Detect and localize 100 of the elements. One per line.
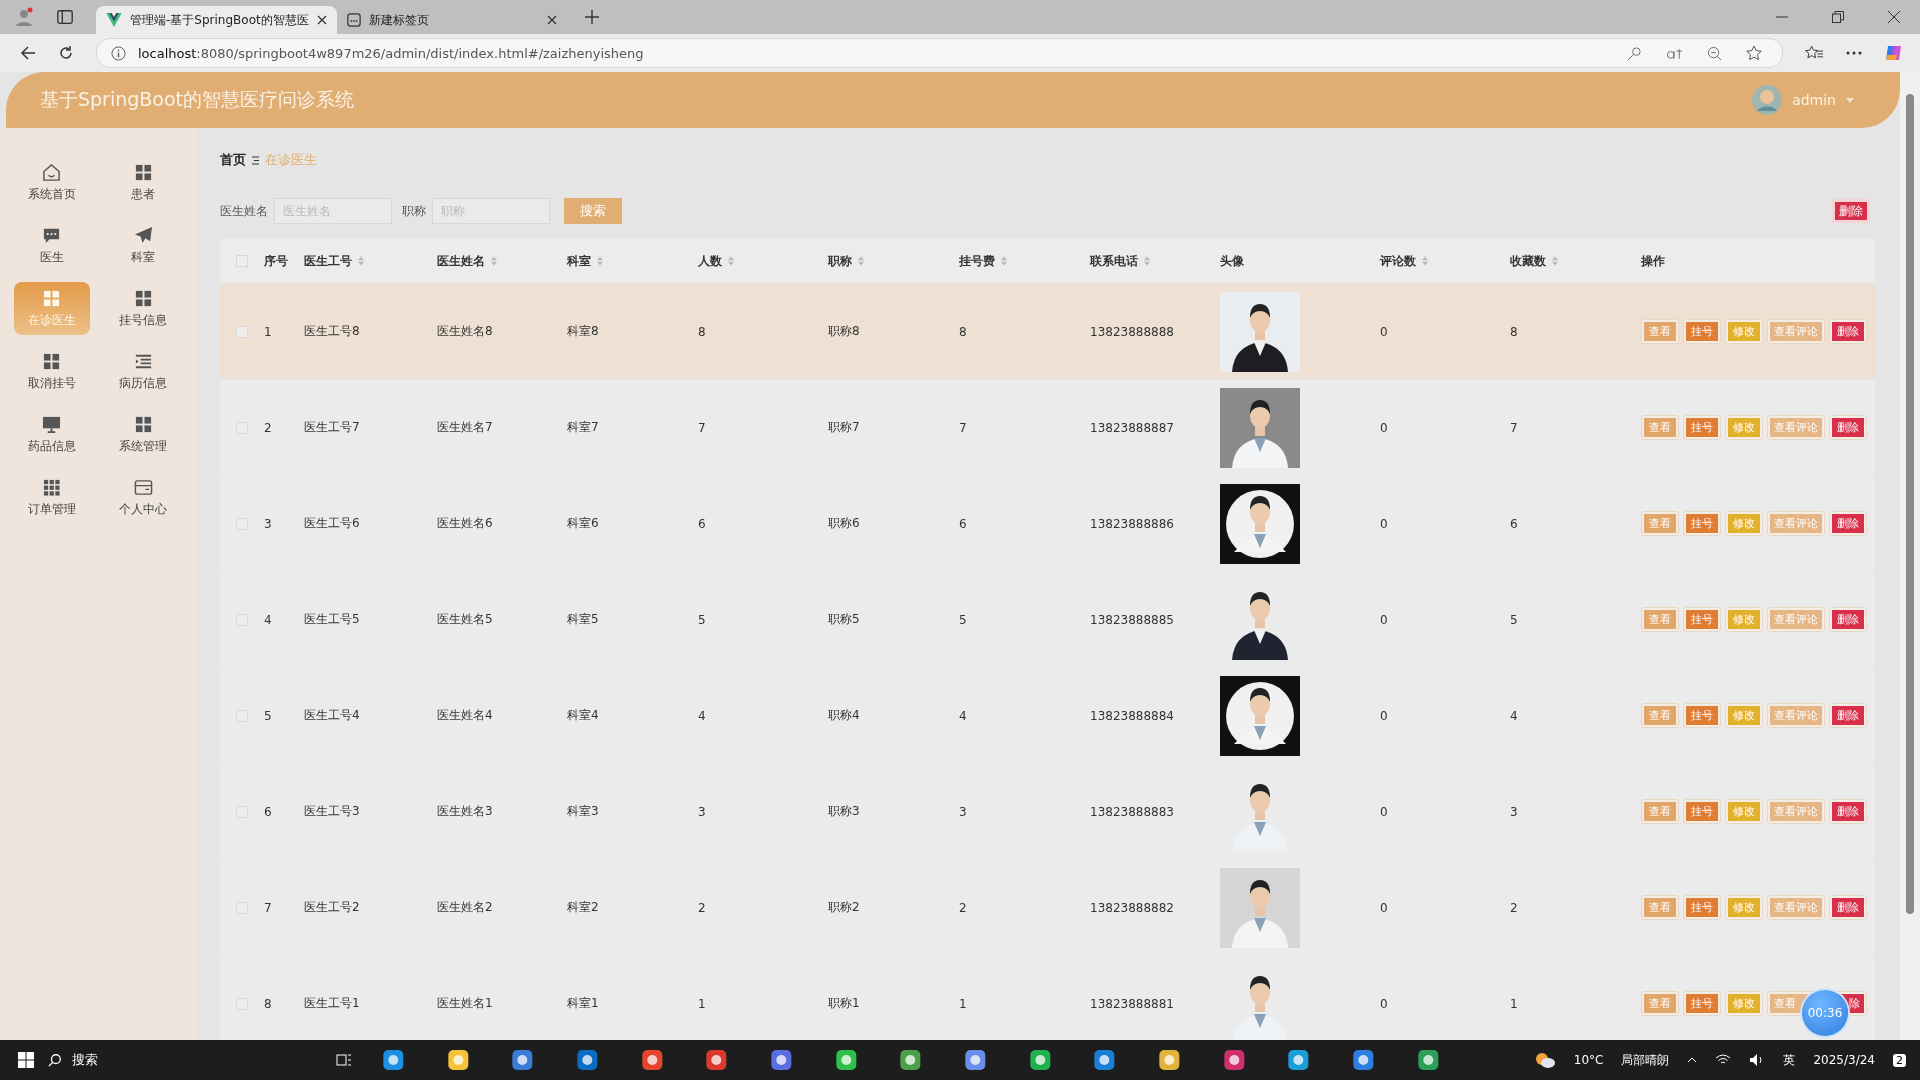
register-button[interactable]: 挂号 <box>1686 610 1718 629</box>
field-label: 医生姓名 <box>220 202 268 220</box>
delete-button[interactable]: 删除 <box>1832 418 1864 437</box>
tab-title: 新建标签页 <box>368 11 430 29</box>
column-header[interactable]: 科室 <box>567 252 603 270</box>
close-icon[interactable] <box>316 15 327 25</box>
column-header[interactable]: 医生姓名 <box>437 252 497 270</box>
comments-cell: 0 <box>1380 708 1388 723</box>
sidebar-item[interactable]: 系统管理 <box>105 408 181 461</box>
patients-cell: 8 <box>698 324 706 339</box>
favorites-icon[interactable] <box>1805 45 1824 61</box>
favorites-cell: 7 <box>1510 420 1518 435</box>
more-icon[interactable] <box>1846 51 1862 55</box>
index-cell: 8 <box>264 996 272 1011</box>
department-cell: 科室1 <box>567 995 599 1012</box>
index-cell: 2 <box>264 420 272 435</box>
tab-actions-icon[interactable] <box>56 8 74 26</box>
register-button[interactable]: 挂号 <box>1686 994 1718 1013</box>
table-row[interactable]: 5 医生工号4 医生姓名4 科室4 4 职称4 4 13823888884 0 4 查看 挂号 修改 查看评论 删除 <box>220 668 1875 763</box>
table-row[interactable]: 4 医生工号5 医生姓名5 科室5 5 职称5 5 13823888885 0 5 查看 挂号 修改 查看评论 删除 <box>220 572 1875 667</box>
table-row[interactable]: 7 医生工号2 医生姓名2 科室2 2 职称2 2 13823888882 0 2 查看 挂号 修改 查看评论 删除 <box>220 860 1875 955</box>
address-bar[interactable]: localhost:8080/springboot4w897m26/admin/dist/index.html#/zaizhenyisheng <box>96 38 1783 68</box>
index-cell: 3 <box>264 516 272 531</box>
column-header[interactable]: 评论数 <box>1380 252 1428 270</box>
delete-button[interactable]: 删除 <box>1832 898 1864 917</box>
register-button[interactable]: 挂号 <box>1686 514 1718 533</box>
table-row[interactable]: 2 医生工号7 医生姓名7 科室7 7 职称7 7 13823888887 0 7 查看 挂号 修改 查看评论 删除 <box>220 380 1875 475</box>
zoom-out-icon[interactable] <box>1707 45 1722 61</box>
doctor-name-cell: 医生姓名2 <box>437 899 493 916</box>
sidebar-item[interactable]: 药品信息 <box>14 408 90 461</box>
tab-title: 管理端-基于SpringBoot的智慧医 <box>130 11 309 29</box>
delete-button[interactable]: 删除 <box>1832 199 1870 223</box>
sidebar-item[interactable]: 取消挂号 <box>14 345 90 398</box>
doctor-id-cell: 医生工号3 <box>304 803 360 820</box>
sidebar-item[interactable]: 科室 <box>105 219 181 272</box>
task-view-icon[interactable] <box>336 1052 352 1068</box>
notification-badge[interactable]: 2 <box>1893 1053 1906 1067</box>
chevron-up-icon[interactable] <box>1687 1057 1698 1063</box>
grid-icon <box>133 162 153 182</box>
column-header[interactable]: 收藏数 <box>1510 252 1558 270</box>
delete-button[interactable]: 删除 <box>1832 322 1864 341</box>
delete-button[interactable]: 删除 <box>1832 802 1864 821</box>
sidebar-item[interactable]: 医生 <box>14 219 90 272</box>
register-button[interactable]: 挂号 <box>1686 706 1718 725</box>
register-button[interactable]: 挂号 <box>1686 898 1718 917</box>
field-label: 职称 <box>402 202 426 220</box>
taskbar-search[interactable]: 搜索 <box>48 1045 318 1075</box>
delete-button[interactable]: 删除 <box>1832 610 1864 629</box>
breadcrumb-link[interactable]: 首页 <box>220 151 246 169</box>
table-row[interactable]: 3 医生工号6 医生姓名6 科室6 6 职称6 6 13823888886 0 6 查看 挂号 修改 查看评论 删除 <box>220 476 1875 571</box>
input-method[interactable]: 英 <box>1783 1051 1796 1069</box>
reload-icon[interactable] <box>58 45 74 61</box>
weather-icon[interactable] <box>1533 1051 1556 1069</box>
patients-cell: 5 <box>698 612 706 627</box>
column-header: 操作 <box>1641 252 1665 270</box>
back-icon[interactable] <box>20 45 36 61</box>
monitor-icon <box>42 414 62 434</box>
table-row[interactable]: 6 医生工号3 医生姓名3 科室3 3 职称3 3 13823888883 0 3 查看 挂号 修改 查看评论 删除 <box>220 764 1875 859</box>
job-title-cell: 职称1 <box>828 995 860 1012</box>
sidebar-item[interactable]: 病历信息 <box>105 345 181 398</box>
browser-tab[interactable]: 管理端-基于SpringBoot的智慧医 <box>96 6 337 34</box>
register-button[interactable]: 挂号 <box>1686 418 1718 437</box>
profile-icon[interactable] <box>14 7 34 27</box>
close-icon[interactable] <box>1888 11 1900 23</box>
doctor-id-cell: 医生工号4 <box>304 707 360 724</box>
wifi-icon[interactable] <box>1715 1054 1732 1066</box>
search-icon <box>48 1053 62 1067</box>
job-title-cell: 职称2 <box>828 899 860 916</box>
restore-icon[interactable] <box>1832 11 1844 23</box>
table-row[interactable]: 1 医生工号8 医生姓名8 科室8 8 职称8 8 13823888888 0 8 查看 挂号 修改 查看评论 删除 <box>220 284 1875 379</box>
doctor-name-cell: 医生姓名4 <box>437 707 493 724</box>
column-header[interactable]: 挂号费 <box>959 252 1007 270</box>
column-header[interactable]: 医生工号 <box>304 252 364 270</box>
column-header[interactable]: 职称 <box>828 252 864 270</box>
start-icon[interactable] <box>18 1052 34 1068</box>
page-icon <box>346 13 361 27</box>
register-button[interactable]: 挂号 <box>1686 322 1718 341</box>
star-icon[interactable] <box>1746 45 1762 61</box>
sidebar-item[interactable]: 患者 <box>105 156 181 209</box>
info-icon <box>111 45 126 61</box>
copilot-icon[interactable] <box>1884 43 1904 63</box>
register-button[interactable]: 挂号 <box>1686 802 1718 821</box>
close-icon[interactable] <box>546 15 557 25</box>
sidebar-item[interactable]: 订单管理 <box>14 471 90 524</box>
grid-icon <box>42 351 62 371</box>
delete-button[interactable]: 删除 <box>1832 514 1864 533</box>
card-icon <box>133 477 153 497</box>
sidebar-item[interactable]: 个人中心 <box>105 471 181 524</box>
column-header: 序号 <box>264 252 288 270</box>
doctor-name-cell: 医生姓名5 <box>437 611 493 628</box>
taskbar-date[interactable]: 2025/3/24 <box>1813 1053 1875 1067</box>
row-checkbox[interactable] <box>236 325 248 338</box>
new-tab-icon[interactable] <box>584 10 599 24</box>
sidebar-item[interactable]: 挂号信息 <box>105 282 181 335</box>
delete-button[interactable]: 删除 <box>1832 706 1864 725</box>
column-header[interactable]: 人数 <box>698 252 734 270</box>
column-header[interactable]: 联系电话 <box>1090 252 1150 270</box>
browser-tab[interactable]: 新建标签页 <box>336 6 567 34</box>
scrollbar[interactable] <box>1900 72 1920 1040</box>
sidebar-item[interactable]: 系统首页 <box>14 156 90 209</box>
